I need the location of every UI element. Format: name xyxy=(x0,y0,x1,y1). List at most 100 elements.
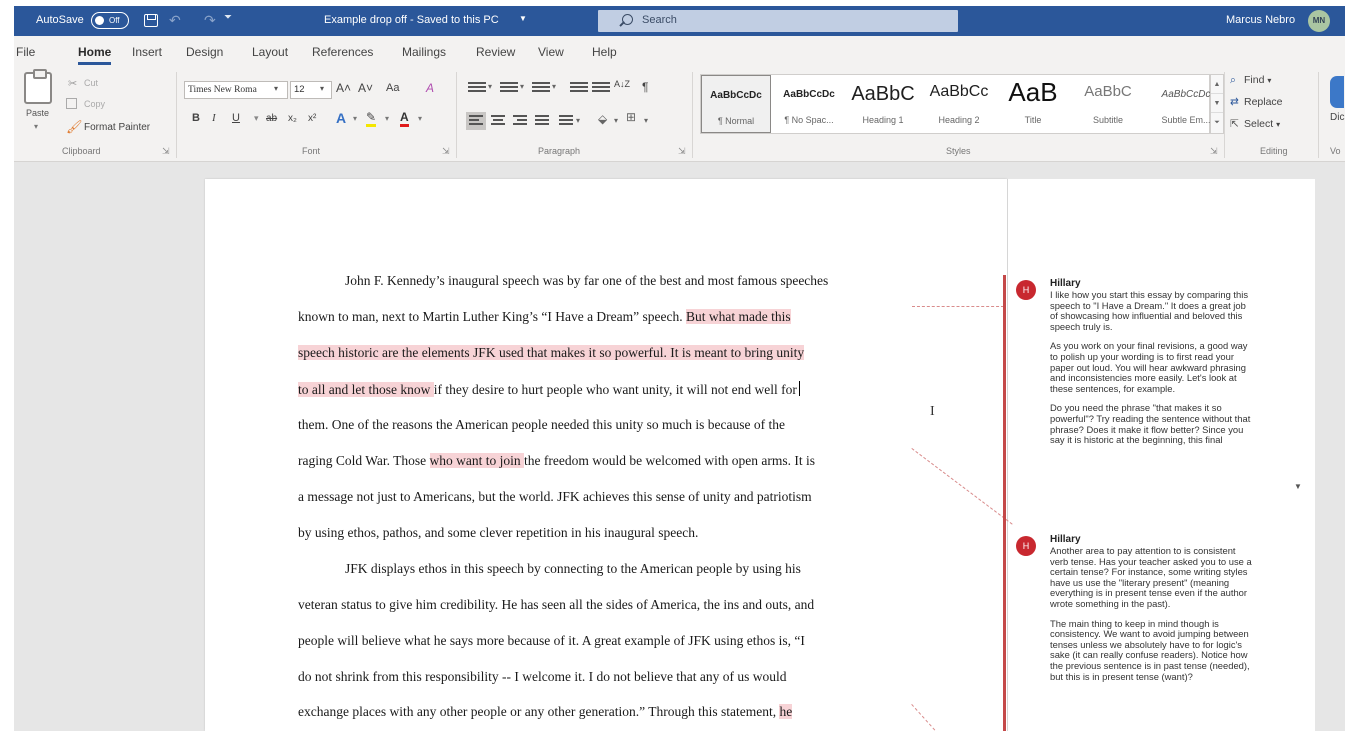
align-right-button[interactable] xyxy=(510,112,530,130)
highlight-button[interactable]: ✎ xyxy=(366,110,377,127)
tab-help[interactable]: Help xyxy=(592,45,617,59)
chevron-down-icon[interactable]: ▾ xyxy=(274,84,278,93)
sort-button[interactable]: A↓Z xyxy=(614,80,630,89)
chevron-down-icon[interactable]: ▾ xyxy=(418,114,422,123)
autosave-toggle[interactable]: Off xyxy=(91,12,129,29)
select-button[interactable]: ⇱ Select ▾ xyxy=(1230,118,1280,130)
text-effects-button[interactable]: A xyxy=(336,110,346,126)
document-line[interactable]: known to man, next to Martin Luther King… xyxy=(298,309,918,325)
tab-references[interactable]: References xyxy=(312,45,373,59)
chevron-down-icon[interactable]: ▼ xyxy=(1211,94,1223,113)
microphone-icon[interactable] xyxy=(1330,76,1344,108)
commented-text[interactable]: he xyxy=(779,704,793,719)
commented-text[interactable]: to all and let those know xyxy=(298,382,434,397)
chevron-down-icon[interactable]: ▼ xyxy=(519,14,527,23)
document-line[interactable]: by using ethos, pathos, and some clever … xyxy=(298,525,918,541)
chevron-down-icon[interactable]: ▾ xyxy=(320,84,324,93)
align-left-button[interactable] xyxy=(466,112,486,130)
style-heading-2[interactable]: AaBbCc Heading 2 xyxy=(922,75,996,133)
style-normal[interactable]: AaBbCcDc ¶ Normal xyxy=(701,75,771,133)
tab-home[interactable]: Home xyxy=(78,45,112,65)
format-painter-button[interactable]: Format Painter xyxy=(84,122,150,133)
style-subtitle[interactable]: AaBbC Subtitle xyxy=(1070,75,1146,133)
decrease-indent-icon[interactable] xyxy=(570,82,588,94)
chevron-down-icon[interactable]: ▼ xyxy=(1294,482,1302,491)
commented-text[interactable]: But what made this xyxy=(686,309,791,324)
font-size-combobox[interactable]: 12 xyxy=(290,81,332,99)
tab-mailings[interactable]: Mailings xyxy=(402,45,446,59)
document-line[interactable]: JFK displays ethos in this speech by con… xyxy=(345,561,965,577)
tab-review[interactable]: Review xyxy=(476,45,515,59)
font-color-button[interactable]: A xyxy=(400,110,409,127)
superscript-button[interactable]: x² xyxy=(308,113,316,124)
avatar[interactable]: MN xyxy=(1308,10,1330,32)
document-line[interactable]: a message not just to Americans, but the… xyxy=(298,489,918,505)
document-line[interactable]: to all and let those know if they desire… xyxy=(298,381,918,398)
increase-indent-icon[interactable] xyxy=(592,82,610,94)
show-formatting-marks-button[interactable]: ¶ xyxy=(642,80,648,94)
chevron-down-icon[interactable]: ▾ xyxy=(385,114,389,123)
document-line[interactable]: exchange places with any other people or… xyxy=(298,704,918,720)
chevron-down-icon[interactable]: ▾ xyxy=(614,116,618,125)
scissors-icon[interactable]: ✂ xyxy=(68,77,77,90)
paste-button[interactable]: Paste xyxy=(26,108,49,118)
underline-button[interactable]: U xyxy=(232,112,240,124)
tab-view[interactable]: View xyxy=(538,45,564,59)
change-case-button[interactable]: Aa xyxy=(386,82,399,94)
chevron-down-icon[interactable]: ▾ xyxy=(644,116,648,125)
subscript-button[interactable]: x₂ xyxy=(288,113,297,124)
copy-icon[interactable] xyxy=(66,98,77,109)
align-center-button[interactable] xyxy=(488,112,508,130)
chevron-down-icon[interactable]: ▾ xyxy=(520,82,524,91)
chevron-down-icon[interactable]: ▾ xyxy=(254,113,259,124)
document-line[interactable]: veteran status to give him credibility. … xyxy=(298,597,918,613)
user-name[interactable]: Marcus Nebro xyxy=(1226,14,1295,26)
document-line[interactable]: John F. Kennedy’s inaugural speech was b… xyxy=(345,273,965,289)
chevron-down-icon[interactable]: ▾ xyxy=(552,82,556,91)
chevron-down-icon[interactable]: ▾ xyxy=(353,114,357,123)
find-button[interactable]: ⌕ Find ▾ xyxy=(1230,74,1271,87)
document-line[interactable]: speech historic are the elements JFK use… xyxy=(298,345,918,361)
copy-button[interactable]: Copy xyxy=(84,99,105,109)
replace-button[interactable]: ⇄ Replace xyxy=(1230,96,1283,108)
multilevel-list-icon[interactable] xyxy=(532,82,550,94)
borders-icon[interactable]: ⊞ xyxy=(626,110,636,124)
dialog-launcher-icon[interactable]: ⇲ xyxy=(162,146,170,157)
chevron-down-icon[interactable]: ▾ xyxy=(488,82,492,91)
justify-button[interactable] xyxy=(532,112,552,130)
chevron-up-icon[interactable]: ▲ xyxy=(1211,75,1223,94)
clear-formatting-button[interactable]: A xyxy=(426,81,434,95)
shrink-font-button[interactable]: A˅ xyxy=(358,81,373,95)
document-line[interactable]: people will believe what he says more be… xyxy=(298,633,918,649)
line-spacing-button[interactable] xyxy=(556,112,576,130)
paste-icon[interactable] xyxy=(24,69,52,104)
document-line[interactable]: raging Cold War. Those who want to join … xyxy=(298,453,918,469)
shading-icon[interactable]: ⬙ xyxy=(598,112,607,126)
tab-layout[interactable]: Layout xyxy=(252,45,288,59)
cut-button[interactable]: Cut xyxy=(84,78,98,88)
dictate-button[interactable]: Dic xyxy=(1330,112,1344,123)
bullets-icon[interactable] xyxy=(468,82,486,94)
chevron-down-icon[interactable]: ▾ xyxy=(576,116,580,125)
search-box[interactable]: Search xyxy=(598,10,958,32)
tab-file[interactable]: File xyxy=(16,45,35,59)
document-title[interactable]: Example drop off - Saved to this PC xyxy=(324,14,499,26)
style-no-spac[interactable]: AaBbCcDc ¶ No Spac... xyxy=(774,75,844,133)
dialog-launcher-icon[interactable]: ⇲ xyxy=(678,146,686,157)
grow-font-button[interactable]: A˄ xyxy=(336,81,351,95)
styles-gallery-scroll[interactable]: ▲ ▼ ⏷ xyxy=(1210,74,1224,134)
tab-design[interactable]: Design xyxy=(186,45,223,59)
save-icon[interactable] xyxy=(144,14,158,27)
undo-icon[interactable]: ↶ xyxy=(169,12,181,29)
commented-text[interactable]: speech historic are the elements JFK use… xyxy=(298,345,805,360)
style-heading-1[interactable]: AaBbC Heading 1 xyxy=(847,75,919,133)
format-painter-icon[interactable]: 🖌 xyxy=(66,119,83,135)
document-line[interactable]: do not shrink from this responsibility -… xyxy=(298,669,918,685)
chevron-down-icon[interactable]: ▾ xyxy=(34,122,38,131)
numbering-icon[interactable] xyxy=(500,82,518,94)
dialog-launcher-icon[interactable]: ⇲ xyxy=(442,146,450,157)
bold-button[interactable]: B xyxy=(192,112,200,124)
tab-insert[interactable]: Insert xyxy=(132,45,162,59)
font-name-combobox[interactable]: Times New Roma xyxy=(184,81,288,99)
more-styles-icon[interactable]: ⏷ xyxy=(1211,113,1223,132)
